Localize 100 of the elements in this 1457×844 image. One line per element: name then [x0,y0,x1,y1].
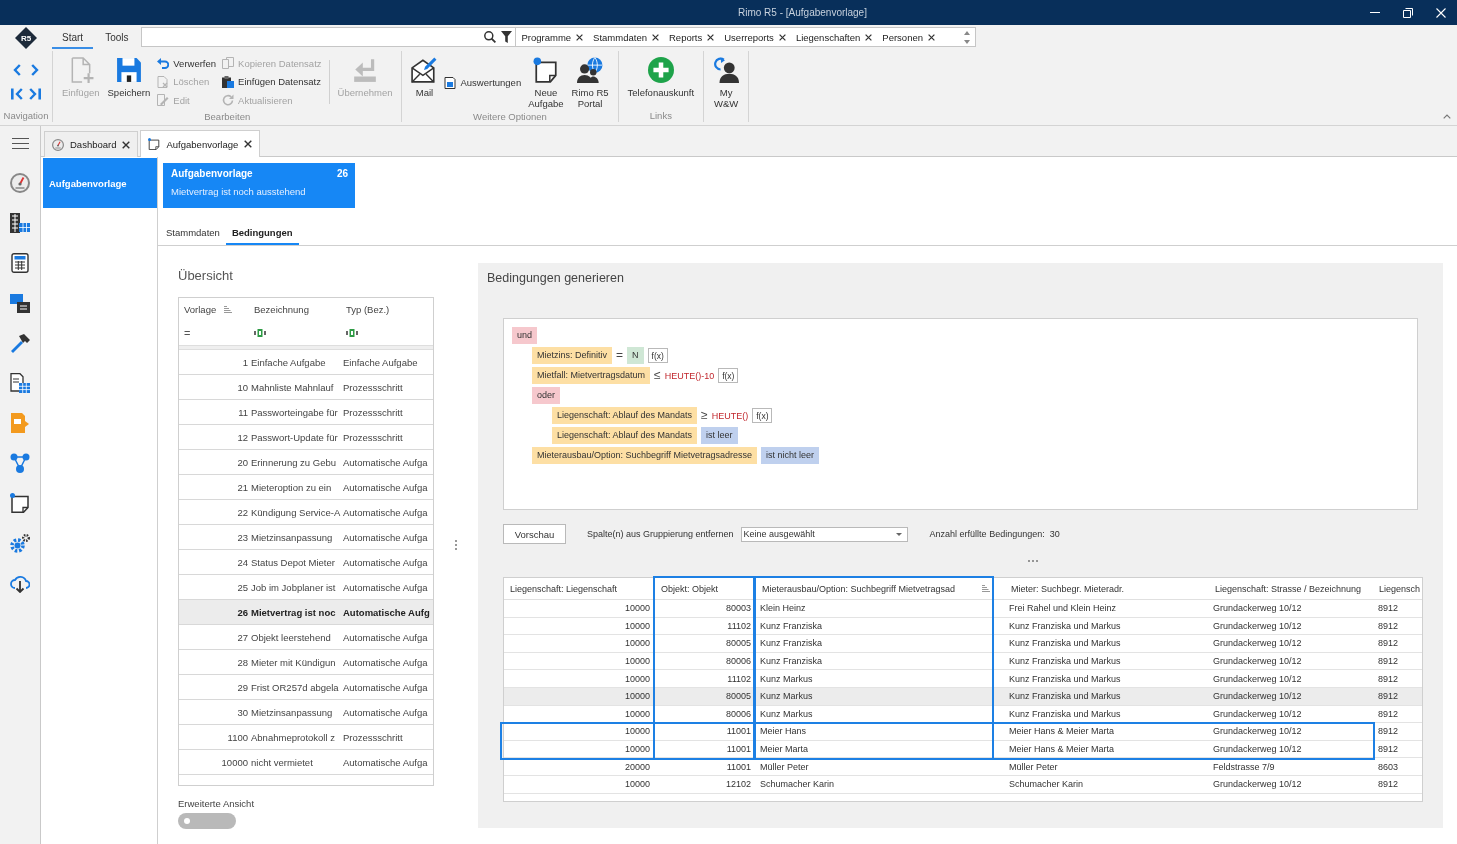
close-icon[interactable] [778,33,786,41]
scroll-arrows-icon[interactable] [964,30,971,44]
close-icon[interactable] [865,33,873,41]
chevron-left-icon[interactable] [13,64,21,76]
ribbon-tab[interactable]: Start [52,27,94,49]
function-button[interactable]: f(x) [647,348,668,363]
collapse-chevron-icon[interactable] [1443,114,1451,119]
table-row[interactable]: 23 Mietzinsanpassung Automatische Aufga [179,525,433,550]
ribbon-button[interactable]: Rimo R5 Portal [567,51,613,109]
splitter-grip-icon[interactable] [1028,559,1038,562]
table-row[interactable]: 10000 80006 Kunz Franziska Kunz Franziska und Markus Grundackerweg 10/12 8912 [504,652,1422,671]
filter-tag[interactable]: Stammdaten [593,31,659,43]
column-header[interactable]: Typ (Bez.) [343,298,433,320]
text-filter-icon[interactable] [254,328,266,337]
column-header[interactable]: Liegenschaft: Liegenschaft [504,578,654,599]
table-row[interactable]: 29 Frist OR257d abgela Automatische Aufga [179,675,433,700]
network-icon[interactable] [10,453,30,473]
function-button[interactable]: f(x) [752,408,773,423]
table-row[interactable]: 12 Passwort-Update für Prozessschritt [179,425,433,450]
table-row[interactable]: 10000 80006 Kunz Markus Kunz Franziska und Markus Grundackerweg 10/12 8912 [504,705,1422,724]
ribbon-button[interactable]: Speichern [103,51,155,98]
section-tab[interactable]: Stammdaten [160,221,226,245]
table-row[interactable]: 10000 11102 Kunz Franziska Kunz Franziska und Markus Grundackerweg 10/12 8912 [504,617,1422,636]
table-row[interactable]: 30 Mietzinsanpassung Automatische Aufga [179,700,433,725]
ribbon-button[interactable]: Einfügen Datensatz [219,72,325,91]
filter-tag[interactable]: Userreports [724,31,786,43]
building-grid-icon[interactable] [10,213,30,233]
table-row[interactable]: 27 Objekt leerstehend Automatische Aufga [179,625,433,650]
calculator-icon[interactable] [11,253,29,273]
table-row[interactable]: 20000 11001 Müller Peter Müller Peter Feldstrasse 7/9 8603 [504,758,1422,776]
cloud-download-icon[interactable] [10,573,30,593]
toggle-switch[interactable] [178,813,236,829]
ribbon-button[interactable]: Mail [407,51,442,98]
menu-icon[interactable] [11,137,29,149]
column-header[interactable]: Mieter: Suchbegr. Mieteradr. [994,578,1209,599]
table-row[interactable]: 10000 80005 Kunz Franziska Kunz Franziska und Markus Grundackerweg 10/12 8912 [504,635,1422,653]
table-row[interactable]: 10000 12102 Schumacher Karin Schumacher Karin Grundackerweg 10/12 8912 [504,775,1422,794]
table-cell-text: Grundackerweg 10/12 [1212,603,1303,614]
gauge-icon[interactable] [10,173,30,193]
ribbon-button[interactable]: Neue Aufgabe [524,51,568,109]
first-record-icon[interactable] [11,88,23,100]
column-header[interactable]: Vorlage [179,298,251,320]
table-row[interactable]: 10000 11001 Meier Hans Meier Hans & Meier Marta Grundackerweg 10/12 8912 [504,723,1422,741]
note-icon[interactable] [10,493,30,513]
document-table-icon[interactable] [10,373,30,393]
ribbon-button[interactable]: Verwerfen [154,54,220,73]
table-row[interactable]: 10000 11102 Kunz Markus Kunz Franziska und Markus Grundackerweg 10/12 8912 [504,670,1422,688]
navigation-item[interactable]: Aufgabenvorlage [43,158,157,208]
table-row[interactable]: 10000 80003 Klein Heinz Frei Rahel und Klein Heinz Grundackerweg 10/12 8912 [504,600,1422,618]
table-row[interactable]: 28 Mieter mit Kündigun Automatische Aufga [179,650,433,675]
table-row[interactable]: 1100 Abnahmeprotokoll z Prozessschritt [179,725,433,750]
grouping-select[interactable]: Keine ausgewählt [740,526,908,542]
ribbon-button[interactable]: Auswertungen [441,73,525,92]
filter-icon[interactable] [501,31,513,43]
close-icon[interactable] [576,33,584,41]
close-icon[interactable] [652,33,659,41]
table-cell-text: 20 [236,456,249,468]
column-header[interactable]: Mieterausbau/Option: Suchbegriff Mietvetragsad [755,578,994,599]
column-header[interactable]: Bezeichnung [251,298,343,320]
close-icon[interactable] [928,33,935,41]
filter-tag[interactable]: Liegenschaften [795,31,873,43]
preview-button[interactable]: Vorschau [503,524,566,544]
ribbon-button[interactable]: My W&W [709,51,744,109]
table-row[interactable]: 20 Erinnerung zu Gebu Automatische Aufga [179,450,433,475]
table-row[interactable]: 10000 11001 Meier Marta Meier Hans & Meier Marta Grundackerweg 10/12 8912 [504,740,1422,759]
sort-icon[interactable] [224,305,233,313]
table-row[interactable]: 11 Passworteingabe für Prozessschritt [179,400,433,425]
last-record-icon[interactable] [29,88,41,100]
filter-tag[interactable]: Reports [669,31,715,43]
ribbon-button[interactable]: Telefonauskunft [623,51,699,98]
hammer-icon[interactable] [10,333,30,353]
column-header[interactable]: Objekt: Objekt [654,578,755,599]
sort-icon[interactable] [982,585,990,592]
table-row[interactable]: 24 Status Depot Mieter Automatische Aufga [179,550,433,575]
table-row[interactable]: 21 Mieteroption zu ein Automatische Aufga [179,475,433,500]
ribbon-tab[interactable]: Tools [95,27,139,49]
close-icon[interactable] [707,33,715,41]
text-filter-icon[interactable] [346,328,358,337]
document-tab[interactable]: Aufgabenvorlage [140,130,261,157]
filter-tag[interactable]: Programme [521,31,584,43]
table-row[interactable]: 22 Kündigung Service-A Automatische Aufga [179,500,433,525]
search-field[interactable] [141,27,517,47]
table-row[interactable]: 10 Mahnliste Mahnlauf Prozessschritt [179,375,433,400]
table-row[interactable]: 26 Mietvertrag ist noc Automatische Aufg [179,600,433,625]
close-icon[interactable] [244,140,253,148]
column-header[interactable]: Liegenschaft: Strasse / Bezeichnung [1209,578,1375,599]
section-tab[interactable]: Bedingungen [225,221,299,245]
tag-field[interactable]: Programme Stammdaten Reports Userreports Liegenschaften Personen [516,27,977,47]
table-row[interactable]: 1 Einfache Aufgabe Einfache Aufgabe [179,350,433,375]
filter-operator[interactable]: = [184,326,191,339]
chevron-right-icon[interactable] [31,64,39,76]
filter-tag[interactable]: Personen [882,31,935,43]
column-header[interactable]: Liegensch [1375,578,1422,599]
document-tab[interactable]: Dashboard [44,131,139,157]
function-button[interactable]: f(x) [718,368,739,383]
gears-icon[interactable] [10,533,30,553]
monitor-card-icon[interactable] [10,293,30,313]
table-row[interactable]: 10000 nicht vermietet Automatische Aufga [179,750,433,775]
close-icon[interactable] [122,140,131,149]
search-icon[interactable] [484,31,497,43]
